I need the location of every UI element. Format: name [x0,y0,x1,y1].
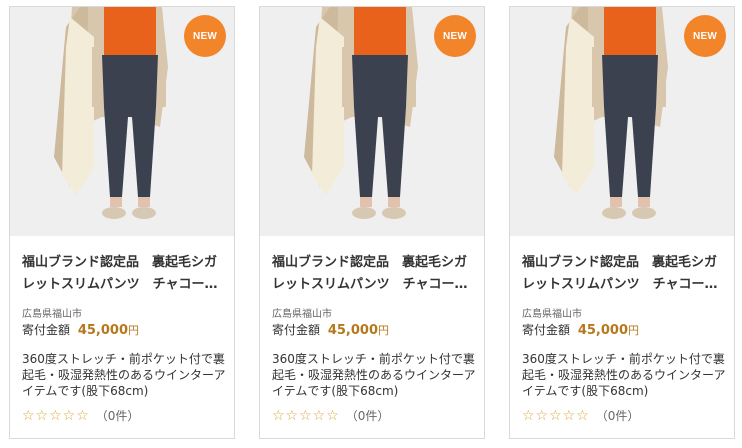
price-label: 寄付金額 [22,323,71,337]
price-label: 寄付金額 [522,323,571,337]
price-row: 寄付金額 45,000円 [272,321,389,338]
rating-row: ☆☆☆☆☆ （0件） [522,407,639,424]
star-rating-icon: ☆☆☆☆☆ [22,407,90,424]
product-description: 360度ストレッチ・前ポケット付で裏起毛・吸湿発熱性のあるウインターアイテムです… [522,352,726,398]
product-region: 広島県福山市 [272,309,332,320]
product-grid: NEW 福山ブランド認定品 裏起毛シガレットスリムパンツ チャコー… 広島県福山… [0,0,742,448]
rating-row: ☆☆☆☆☆ （0件） [22,407,139,424]
review-count: （0件） [595,409,640,423]
product-card[interactable]: NEW 福山ブランド認定品 裏起毛シガレットスリムパンツ チャコー… 広島県福山… [9,6,235,439]
product-card[interactable]: NEW 福山ブランド認定品 裏起毛シガレットスリムパンツ チャコー… 広島県福山… [509,6,735,439]
price-value: 45,000 [577,323,629,338]
new-badge: NEW [184,15,226,57]
new-badge: NEW [434,15,476,57]
price-value: 45,000 [327,323,379,338]
price-currency: 円 [378,324,390,337]
product-title[interactable]: 福山ブランド認定品 裏起毛シガレットスリムパンツ チャコー… [522,252,726,296]
product-title[interactable]: 福山ブランド認定品 裏起毛シガレットスリムパンツ チャコー… [22,252,226,296]
product-description: 360度ストレッチ・前ポケット付で裏起毛・吸湿発熱性のあるウインターアイテムです… [22,352,226,398]
price-row: 寄付金額 45,000円 [22,321,139,338]
product-title[interactable]: 福山ブランド認定品 裏起毛シガレットスリムパンツ チャコー… [272,252,476,296]
product-region: 広島県福山市 [522,309,582,320]
price-currency: 円 [128,324,140,337]
price-row: 寄付金額 45,000円 [522,321,639,338]
rating-row: ☆☆☆☆☆ （0件） [272,407,389,424]
review-count: （0件） [95,409,140,423]
star-rating-icon: ☆☆☆☆☆ [272,407,340,424]
product-photo[interactable]: NEW [510,7,734,236]
product-region: 広島県福山市 [22,309,82,320]
product-description: 360度ストレッチ・前ポケット付で裏起毛・吸湿発熱性のあるウインターアイテムです… [272,352,476,398]
price-value: 45,000 [77,323,129,338]
product-photo[interactable]: NEW [10,7,234,236]
price-currency: 円 [628,324,640,337]
product-card[interactable]: NEW 福山ブランド認定品 裏起毛シガレットスリムパンツ チャコー… 広島県福山… [259,6,485,439]
review-count: （0件） [345,409,390,423]
new-badge: NEW [684,15,726,57]
price-label: 寄付金額 [272,323,321,337]
star-rating-icon: ☆☆☆☆☆ [522,407,590,424]
product-photo[interactable]: NEW [260,7,484,236]
